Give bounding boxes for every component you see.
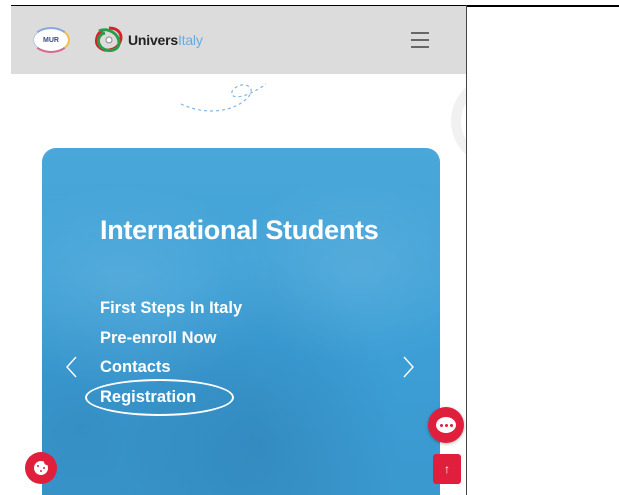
hero-title: International Students	[100, 215, 379, 245]
chevron-left-icon[interactable]	[64, 355, 78, 379]
right-border-line	[466, 5, 467, 495]
hero-banner: International Students First Steps In It…	[42, 148, 440, 495]
brand-name-suffix: Italy	[177, 32, 203, 48]
registration-highlight-circle	[85, 379, 234, 416]
brand-name-prefix: Univers	[128, 32, 178, 48]
chat-button[interactable]	[428, 407, 464, 443]
universitaly-logo-icon[interactable]	[93, 25, 125, 55]
hamburger-menu-icon[interactable]	[411, 32, 431, 48]
link-first-steps[interactable]: First Steps In Italy	[100, 294, 242, 324]
site-header: MUR UniversItaly	[11, 6, 466, 74]
scroll-to-top-button[interactable]: ↑	[433, 454, 461, 484]
cookie-icon	[34, 459, 50, 475]
mur-logo-text: MUR	[43, 36, 59, 44]
decorative-dashed-curve	[180, 83, 267, 112]
brand-name[interactable]: UniversItaly	[128, 32, 203, 48]
mobile-viewport: MUR UniversItaly International Students …	[11, 6, 466, 495]
cookie-settings-button[interactable]	[25, 452, 57, 484]
arrow-up-icon: ↑	[444, 462, 450, 476]
link-pre-enroll[interactable]: Pre-enroll Now	[100, 324, 242, 354]
link-contacts[interactable]: Contacts	[100, 353, 242, 383]
mur-logo[interactable]: MUR	[32, 27, 70, 53]
chevron-right-icon[interactable]	[402, 355, 416, 379]
chat-bubble-icon	[436, 417, 456, 433]
